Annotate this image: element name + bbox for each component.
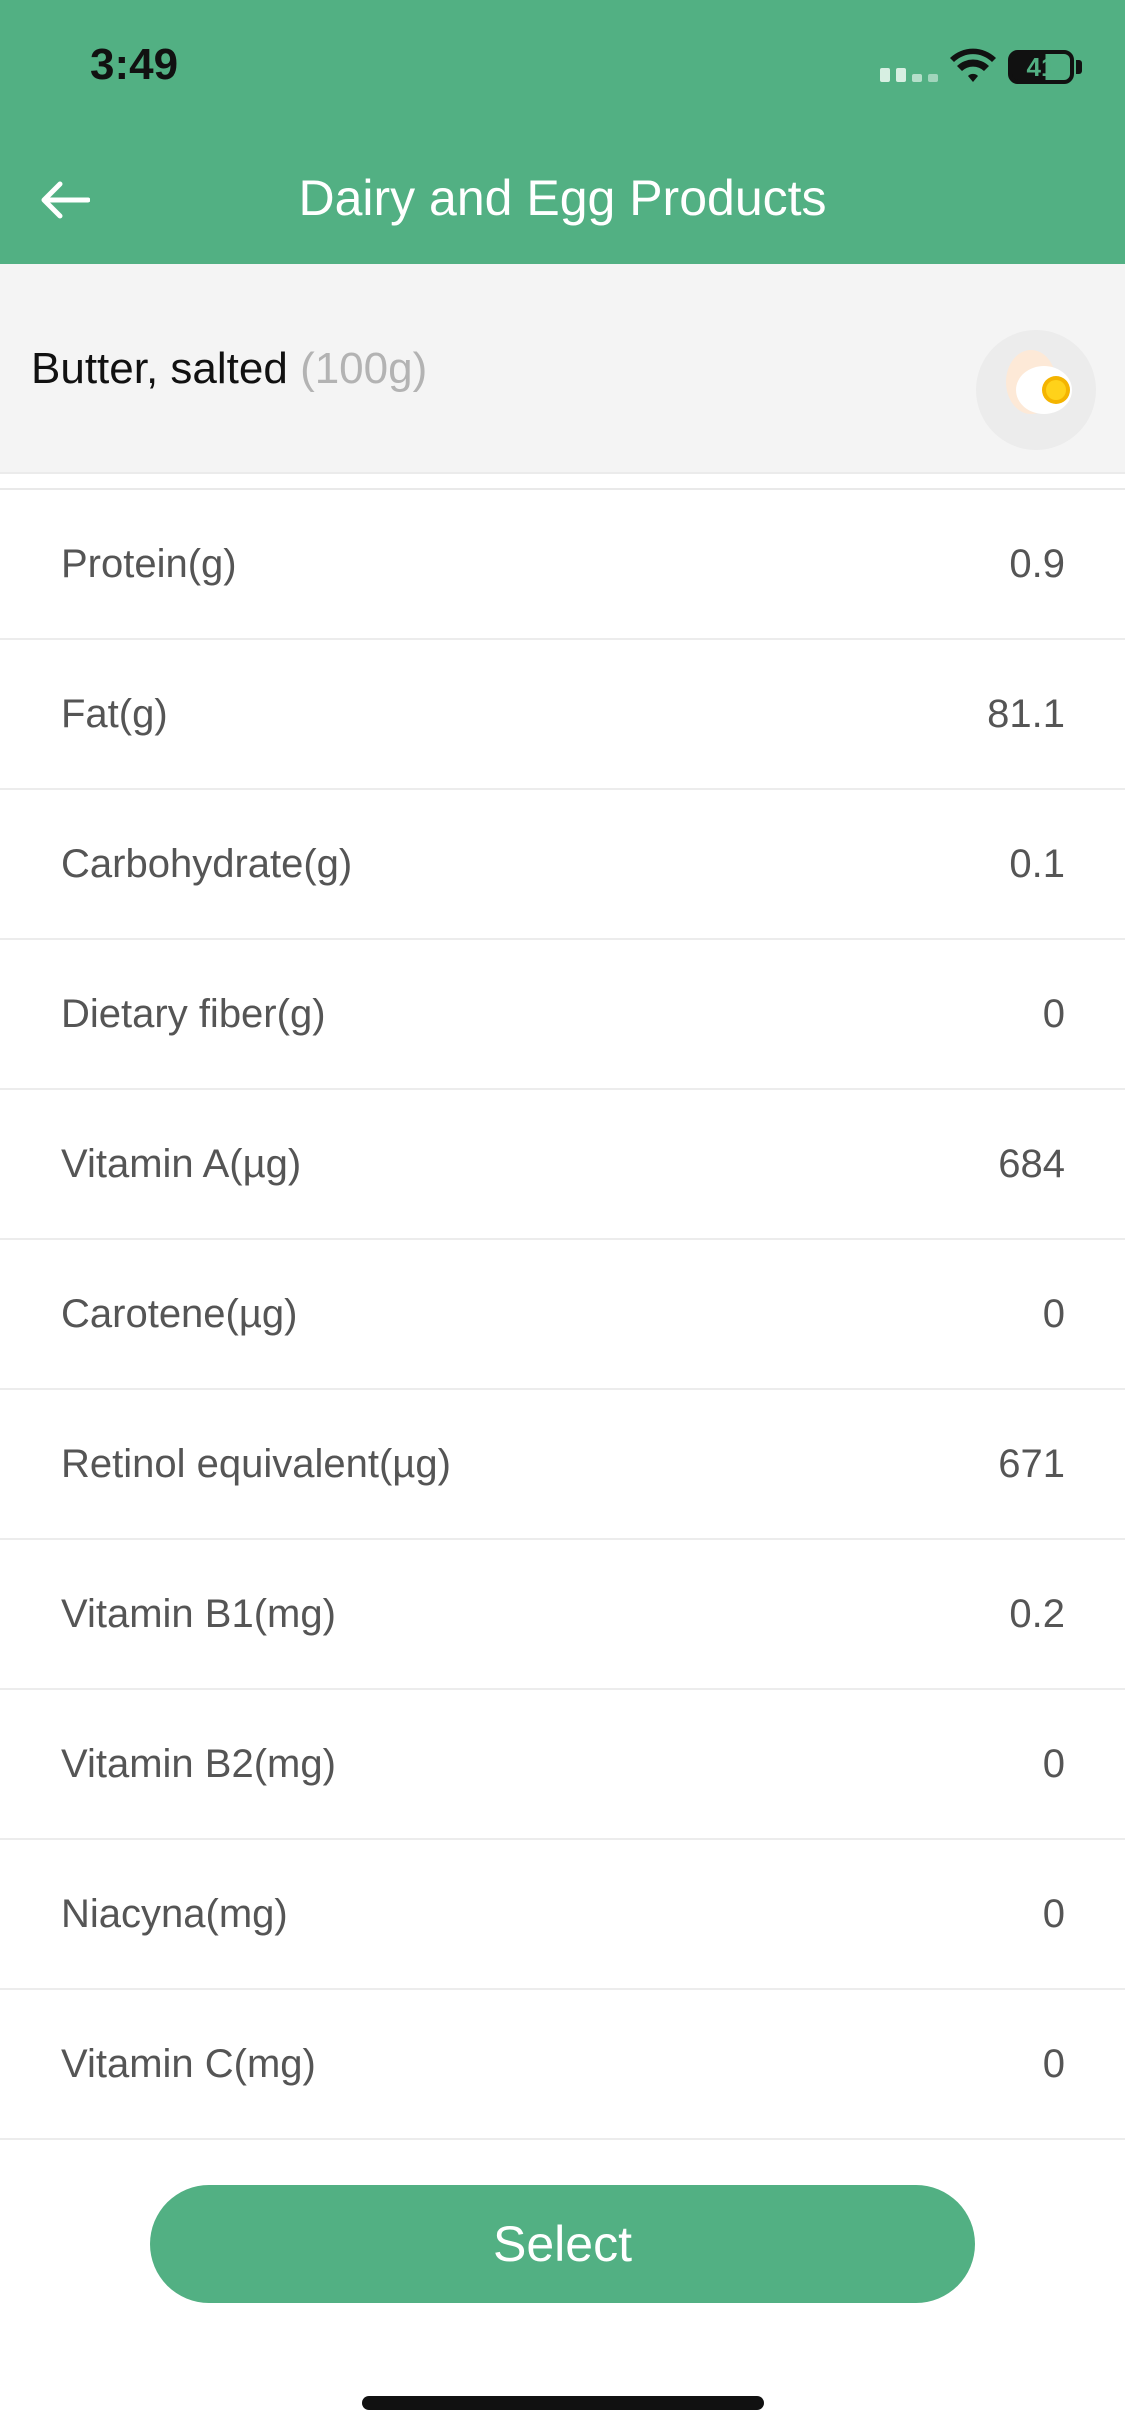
nutrient-row: Fat(g) 81.1	[0, 640, 1125, 790]
nutrient-label: Protein(g)	[61, 541, 237, 586]
wifi-icon	[950, 48, 996, 82]
battery-icon: 41	[1008, 50, 1074, 84]
nutrient-value: 0	[1042, 1291, 1065, 1336]
nutrient-label: Retinol equivalent(µg)	[61, 1441, 451, 1486]
nutrient-label: Vitamin B1(mg)	[61, 1591, 336, 1636]
nutrient-row: Carotene(µg) 0	[0, 1240, 1125, 1390]
nutrient-row: Niacyna(mg) 0	[0, 1840, 1125, 1990]
page-title: Dairy and Egg Products	[298, 170, 827, 226]
egg-icon	[976, 330, 1096, 450]
nutrient-value: 0.1	[1009, 841, 1065, 886]
nutrient-label: Vitamin A(µg)	[61, 1141, 302, 1186]
nutrient-row: Retinol equivalent(µg) 671	[0, 1390, 1125, 1540]
nutrient-label: Fat(g)	[61, 691, 168, 736]
food-name-text: Butter, salted	[31, 344, 288, 393]
nutrient-row: Vitamin B1(mg) 0.2	[0, 1540, 1125, 1690]
nutrient-row: Vitamin C(mg) 0	[0, 1990, 1125, 2140]
select-button[interactable]: Select	[150, 2185, 975, 2303]
food-portion: (100g)	[300, 344, 428, 393]
nutrient-label: Carbohydrate(g)	[61, 841, 353, 886]
nutrient-label: Vitamin B2(mg)	[61, 1741, 336, 1786]
nutrient-row: Vitamin B2(mg) 0	[0, 1690, 1125, 1840]
nutrient-value: 0	[1042, 991, 1065, 1036]
nutrient-row: Protein(g) 0.9	[0, 490, 1125, 640]
nutrient-value: 671	[998, 1441, 1065, 1486]
food-name: Butter, salted (100g)	[31, 344, 427, 394]
nutrient-label: Vitamin C(mg)	[61, 2041, 316, 2086]
cellular-signal-icon	[880, 68, 938, 82]
nutrient-value: 0.9	[1009, 541, 1065, 586]
battery-tip	[1076, 60, 1082, 74]
nutrient-value: 81.1	[987, 691, 1065, 736]
food-summary: Butter, salted (100g)	[0, 264, 1125, 474]
nutrient-value: 0	[1042, 1741, 1065, 1786]
nutrient-label: Carotene(µg)	[61, 1291, 298, 1336]
nutrient-label: Dietary fiber(g)	[61, 991, 326, 1036]
nutrient-value: 0	[1042, 2041, 1065, 2086]
status-time: 3:49	[90, 40, 179, 89]
home-indicator	[362, 2396, 764, 2410]
battery-level: 41	[1026, 52, 1056, 82]
egg-illustration	[1006, 350, 1072, 414]
nutrient-label: Niacyna(mg)	[61, 1891, 288, 1936]
nutrient-row: Carbohydrate(g) 0.1	[0, 790, 1125, 940]
nutrient-list: Protein(g) 0.9 Fat(g) 81.1 Carbohydrate(…	[0, 488, 1125, 2140]
nutrient-value: 684	[998, 1141, 1065, 1186]
nutrient-value: 0	[1042, 1891, 1065, 1936]
nutrient-value: 0.2	[1009, 1591, 1065, 1636]
nutrient-row: Dietary fiber(g) 0	[0, 940, 1125, 1090]
app-header: 3:49 41 Dairy and Egg Products	[0, 0, 1125, 264]
nutrient-row: Vitamin A(µg) 684	[0, 1090, 1125, 1240]
